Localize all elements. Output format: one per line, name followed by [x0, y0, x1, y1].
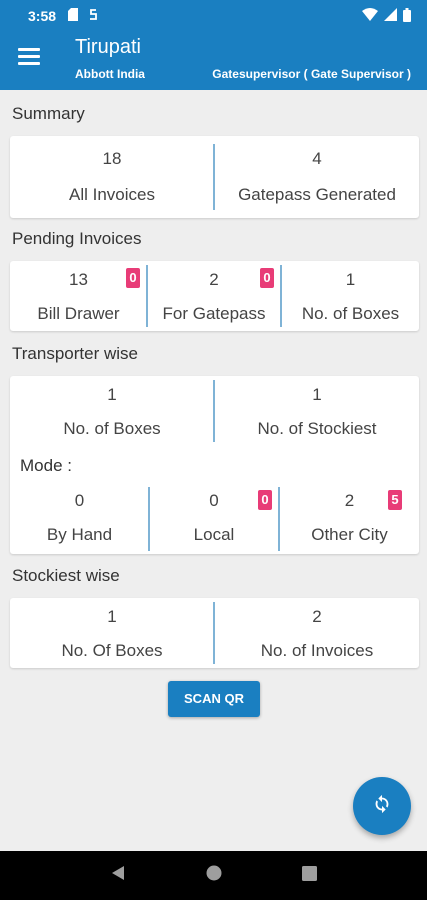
refresh-icon [371, 793, 393, 820]
transporter-wise-card: 1 No. of Boxes 1 No. of Stockiest Mode :… [10, 376, 419, 554]
all-invoices-cell[interactable]: 18 All Invoices [10, 136, 214, 218]
summary-card: 18 All Invoices 4 Gatepass Generated [10, 136, 419, 218]
notification-s-icon [88, 8, 98, 24]
status-time: 3:58 [28, 8, 57, 24]
local-badge: 0 [258, 490, 272, 510]
stockiest-invoices-cell[interactable]: 2 No. of Invoices [215, 598, 419, 668]
stockiest-invoices-label: No. of Invoices [260, 641, 374, 660]
stockiest-boxes-label: No. Of Boxes [61, 641, 163, 660]
stockiest-invoices-value: 2 [312, 607, 322, 626]
local-label: Local [193, 525, 235, 544]
pending-boxes-value: 1 [345, 270, 356, 289]
transporter-stockiest-label: No. of Stockiest [257, 419, 377, 438]
sd-card-icon [68, 8, 79, 24]
by-hand-value: 0 [74, 491, 85, 510]
system-nav-bar [0, 851, 427, 900]
stockiest-boxes-value: 1 [107, 607, 117, 626]
for-gatepass-label: For Gatepass [162, 304, 266, 323]
gatepass-generated-label: Gatepass Generated [238, 185, 396, 204]
scan-qr-button[interactable]: SCAN QR [168, 681, 260, 717]
for-gatepass-badge: 0 [260, 268, 274, 288]
stockiest-boxes-cell[interactable]: 1 No. Of Boxes [10, 598, 214, 668]
back-icon[interactable] [110, 865, 126, 886]
local-cell[interactable]: 0 Local 0 [150, 482, 278, 554]
by-hand-cell[interactable]: 0 By Hand [10, 482, 149, 554]
other-city-badge: 5 [388, 490, 402, 510]
other-city-label: Other City [311, 525, 388, 544]
app-bar: Tirupati Abbott India Gatesupervisor ( G… [0, 32, 427, 90]
user-role: Gatesupervisor ( Gate Supervisor ) [212, 67, 411, 81]
transporter-boxes-cell[interactable]: 1 No. of Boxes [10, 376, 214, 446]
wifi-icon [362, 8, 378, 24]
all-invoices-value: 18 [102, 149, 122, 168]
pending-invoices-title: Pending Invoices [12, 229, 142, 248]
signal-icon [384, 8, 397, 24]
app-subtitle: Abbott India [75, 67, 145, 81]
bill-drawer-badge: 0 [126, 268, 140, 288]
app-title: Tirupati [75, 36, 141, 58]
all-invoices-label: All Invoices [69, 185, 155, 204]
home-icon[interactable] [206, 865, 222, 886]
for-gatepass-cell[interactable]: 2 For Gatepass 0 [148, 261, 280, 331]
other-city-cell[interactable]: 2 Other City 5 [280, 482, 419, 554]
mode-label: Mode : [20, 456, 72, 475]
gatepass-generated-cell[interactable]: 4 Gatepass Generated [215, 136, 419, 218]
transporter-stockiest-cell[interactable]: 1 No. of Stockiest [215, 376, 419, 446]
by-hand-label: By Hand [46, 525, 113, 544]
menu-icon[interactable] [18, 48, 40, 70]
summary-title: Summary [12, 104, 85, 123]
recents-icon[interactable] [302, 865, 317, 886]
gatepass-generated-value: 4 [312, 149, 322, 168]
transporter-stockiest-value: 1 [312, 385, 322, 404]
stockiest-wise-title: Stockiest wise [12, 566, 120, 585]
pending-boxes-cell[interactable]: 1 No. of Boxes [282, 261, 419, 331]
status-bar: 3:58 [0, 0, 427, 32]
transporter-wise-title: Transporter wise [12, 344, 138, 363]
transporter-boxes-label: No. of Boxes [63, 419, 161, 438]
pending-invoices-card: 13 Bill Drawer 0 2 For Gatepass 0 1 No. … [10, 261, 419, 331]
bill-drawer-cell[interactable]: 13 Bill Drawer 0 [10, 261, 147, 331]
transporter-boxes-value: 1 [107, 385, 117, 404]
stockiest-wise-card: 1 No. Of Boxes 2 No. of Invoices [10, 598, 419, 668]
bill-drawer-label: Bill Drawer [37, 304, 120, 323]
pending-boxes-label: No. of Boxes [301, 304, 400, 323]
battery-icon [403, 7, 411, 25]
refresh-button[interactable] [353, 777, 411, 835]
